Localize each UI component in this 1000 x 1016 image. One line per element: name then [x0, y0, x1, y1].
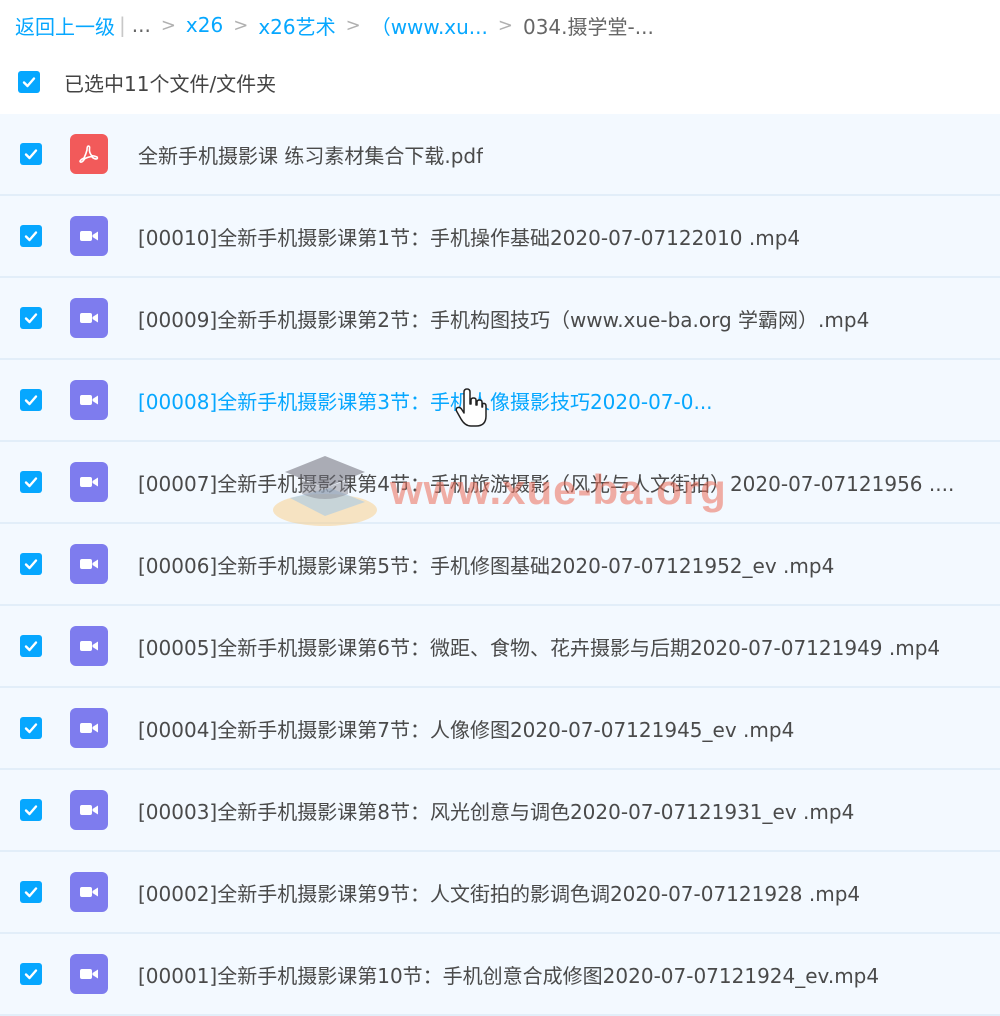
check-icon: [24, 723, 38, 734]
file-checkbox[interactable]: [20, 799, 42, 821]
file-checkbox[interactable]: [20, 717, 42, 739]
file-name[interactable]: [00010]全新手机摄影课第1节：手机操作基础2020-07-07122010…: [138, 222, 800, 251]
file-name[interactable]: [00009]全新手机摄影课第2节：手机构图技巧（www.xue-ba.org …: [138, 304, 869, 333]
file-row[interactable]: [00005]全新手机摄影课第6节：微距、食物、花卉摄影与后期2020-07-0…: [0, 606, 1000, 688]
breadcrumb-separator: >: [160, 14, 176, 36]
breadcrumb-item-x26[interactable]: x26: [186, 13, 223, 37]
breadcrumb-item-current: 034.摄学堂-...: [522, 14, 654, 39]
file-name[interactable]: [00008]全新手机摄影课第3节：手机人像摄影技巧2020-07-0...: [138, 386, 713, 415]
video-file-icon: [70, 954, 108, 994]
file-checkbox[interactable]: [20, 143, 42, 165]
check-icon: [24, 395, 38, 406]
video-file-icon: [70, 216, 108, 256]
file-checkbox[interactable]: [20, 963, 42, 985]
check-icon: [24, 887, 38, 898]
pdf-file-icon: [70, 134, 108, 174]
check-icon: [24, 477, 38, 488]
check-icon: [24, 149, 38, 160]
file-checkbox[interactable]: [20, 225, 42, 247]
breadcrumb-ellipsis[interactable]: ...: [132, 13, 151, 37]
video-file-icon: [70, 462, 108, 502]
check-icon: [22, 77, 36, 88]
breadcrumb-separator: >: [345, 14, 361, 36]
video-file-icon: [70, 298, 108, 338]
video-file-icon: [70, 544, 108, 584]
file-name[interactable]: [00005]全新手机摄影课第6节：微距、食物、花卉摄影与后期2020-07-0…: [138, 632, 940, 661]
file-name[interactable]: [00007]全新手机摄影课第4节：手机旅游摄影（风光与人文街拍）2020-07…: [138, 468, 954, 497]
file-name[interactable]: [00002]全新手机摄影课第9节：人文街拍的影调色调2020-07-07121…: [138, 878, 860, 907]
video-file-icon: [70, 790, 108, 830]
file-name[interactable]: [00004]全新手机摄影课第7节：人像修图2020-07-07121945_e…: [138, 714, 794, 743]
selection-bar: 已选中11个文件/文件夹: [0, 50, 1000, 114]
file-row[interactable]: [00001]全新手机摄影课第10节：手机创意合成修图2020-07-07121…: [0, 934, 1000, 1016]
breadcrumb-item-x26-art[interactable]: x26艺术: [258, 11, 335, 40]
file-checkbox[interactable]: [20, 635, 42, 657]
breadcrumb-divider: |: [119, 13, 126, 37]
breadcrumb: 返回上一级 | ... > x26 > x26艺术 > （www.xu... >…: [0, 0, 1000, 50]
file-row[interactable]: [00006]全新手机摄影课第5节：手机修图基础2020-07-07121952…: [0, 524, 1000, 606]
video-file-icon: [70, 708, 108, 748]
file-checkbox[interactable]: [20, 389, 42, 411]
file-name[interactable]: [00001]全新手机摄影课第10节：手机创意合成修图2020-07-07121…: [138, 960, 879, 989]
breadcrumb-separator: >: [497, 14, 513, 36]
file-row[interactable]: [00003]全新手机摄影课第8节：风光创意与调色2020-07-0712193…: [0, 770, 1000, 852]
file-row[interactable]: 全新手机摄影课 练习素材集合下载.pdf: [0, 114, 1000, 196]
file-row[interactable]: [00002]全新手机摄影课第9节：人文街拍的影调色调2020-07-07121…: [0, 852, 1000, 934]
breadcrumb-separator: >: [233, 14, 249, 36]
file-checkbox[interactable]: [20, 471, 42, 493]
file-checkbox[interactable]: [20, 553, 42, 575]
file-row[interactable]: [00007]全新手机摄影课第4节：手机旅游摄影（风光与人文街拍）2020-07…: [0, 442, 1000, 524]
breadcrumb-item-www[interactable]: （www.xu...: [371, 11, 488, 40]
file-list: 全新手机摄影课 练习素材集合下载.pdf [00010]全新手机摄影课第1节：手机…: [0, 114, 1000, 1016]
check-icon: [24, 641, 38, 652]
file-name[interactable]: [00006]全新手机摄影课第5节：手机修图基础2020-07-07121952…: [138, 550, 834, 579]
check-icon: [24, 969, 38, 980]
check-icon: [24, 313, 38, 324]
file-checkbox[interactable]: [20, 881, 42, 903]
file-row[interactable]: [00004]全新手机摄影课第7节：人像修图2020-07-07121945_e…: [0, 688, 1000, 770]
check-icon: [24, 805, 38, 816]
video-file-icon: [70, 872, 108, 912]
file-row[interactable]: [00008]全新手机摄影课第3节：手机人像摄影技巧2020-07-0...: [0, 360, 1000, 442]
file-row[interactable]: [00009]全新手机摄影课第2节：手机构图技巧（www.xue-ba.org …: [0, 278, 1000, 360]
check-icon: [24, 559, 38, 570]
select-all-checkbox[interactable]: [18, 71, 40, 93]
video-file-icon: [70, 626, 108, 666]
back-link[interactable]: 返回上一级: [15, 11, 115, 40]
check-icon: [24, 231, 38, 242]
file-name[interactable]: [00003]全新手机摄影课第8节：风光创意与调色2020-07-0712193…: [138, 796, 854, 825]
file-name[interactable]: 全新手机摄影课 练习素材集合下载.pdf: [138, 140, 483, 169]
video-file-icon: [70, 380, 108, 420]
file-checkbox[interactable]: [20, 307, 42, 329]
file-row[interactable]: [00010]全新手机摄影课第1节：手机操作基础2020-07-07122010…: [0, 196, 1000, 278]
selection-count-label: 已选中11个文件/文件夹: [64, 71, 277, 96]
